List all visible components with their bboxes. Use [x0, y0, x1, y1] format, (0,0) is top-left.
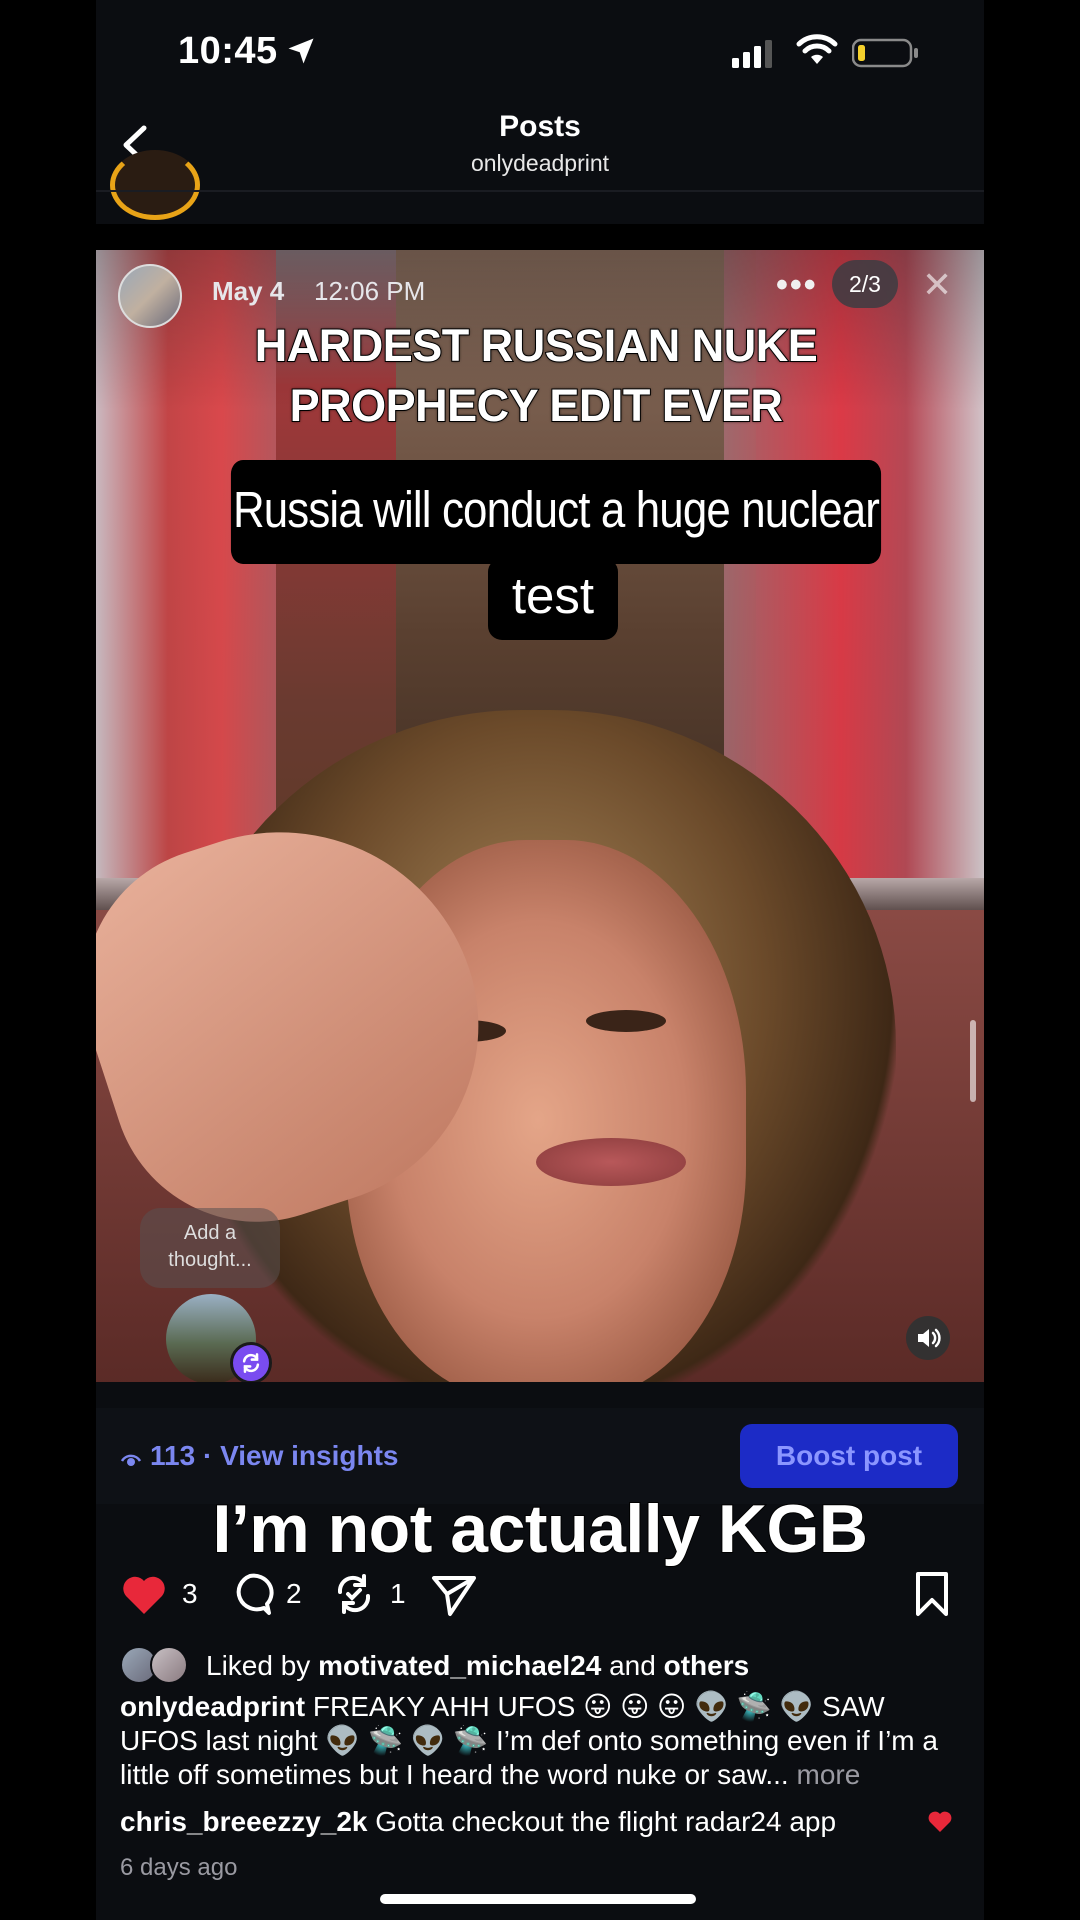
comment-like-heart-icon[interactable] — [926, 1808, 954, 1834]
repost-icon[interactable] — [328, 1568, 380, 1620]
post-separator — [96, 224, 984, 250]
post-time: 12:06 PM — [314, 276, 426, 306]
video-headline-line2: PROPHECY EDIT EVER — [289, 379, 784, 432]
status-bar: 10:45 — [96, 0, 984, 100]
comment-count: 2 — [286, 1578, 302, 1609]
screen-overlay-caption: I’m not actually KGB — [212, 1490, 870, 1568]
view-count-icon — [120, 1454, 142, 1466]
video-caption-line1: Russia will conduct a huge nuclear — [230, 460, 882, 564]
page-title: Posts — [499, 110, 581, 143]
top-comment: chris_breeezzy_2k Gotta checkout the fli… — [120, 1806, 970, 1838]
liked-by-and: and — [609, 1650, 656, 1681]
scroll-indicator — [970, 1020, 976, 1102]
liker-avatar — [150, 1646, 188, 1684]
subject-mouth — [536, 1138, 686, 1186]
wifi-icon — [796, 34, 838, 64]
status-time: 10:45 — [178, 30, 278, 72]
repost-badge-icon — [230, 1342, 272, 1382]
page-subtitle: onlydeadprint — [470, 150, 610, 176]
liked-by-others[interactable]: others — [664, 1650, 750, 1681]
boost-post-button[interactable]: Boost post — [740, 1424, 958, 1488]
liked-by-user[interactable]: motivated_michael24 — [318, 1650, 601, 1681]
previous-post-avatar[interactable] — [110, 150, 200, 220]
share-send-icon[interactable] — [428, 1568, 480, 1620]
post-actions: 3 2 1 — [96, 1560, 984, 1630]
phone-screen: 10:45 Posts onlydeadprint May 4 12:06 PM… — [96, 0, 984, 1920]
like-count: 3 — [182, 1578, 198, 1609]
repost-count: 1 — [390, 1578, 406, 1609]
view-insights-link[interactable]: 113 · View insights — [150, 1440, 398, 1472]
comment-username[interactable]: chris_breeezzy_2k — [120, 1806, 368, 1837]
comment-bubble-icon[interactable] — [224, 1568, 276, 1620]
close-icon: ✕ — [922, 264, 953, 305]
more-options-button[interactable]: ••• — [776, 266, 818, 305]
like-heart-icon[interactable] — [118, 1568, 170, 1620]
nav-bar: Posts onlydeadprint — [96, 100, 984, 192]
liked-by-prefix: Liked by — [206, 1650, 311, 1681]
location-arrow-icon — [288, 38, 314, 64]
caption-more-link[interactable]: more — [797, 1759, 861, 1790]
caption-username[interactable]: onlydeadprint — [120, 1691, 305, 1722]
video-headline-line1: HARDEST RUSSIAN NUKE — [254, 319, 819, 372]
subject-eye-right — [586, 1010, 666, 1032]
video-caption-line2: test — [488, 558, 618, 640]
battery-icon — [852, 38, 918, 68]
add-thought-bubble[interactable]: Add a thought... — [140, 1208, 280, 1288]
cellular-signal-icon — [732, 40, 772, 68]
view-insights-label: View insights — [220, 1440, 399, 1471]
post-timestamp: 6 days ago — [120, 1854, 238, 1881]
insights-separator: · — [202, 1440, 213, 1471]
bookmark-icon[interactable] — [906, 1568, 958, 1620]
post-media[interactable]: May 4 12:06 PM ••• 2/3 ✕ HARDEST RUSSIAN… — [96, 250, 984, 1382]
comment-text: Gotta checkout the flight radar24 app — [375, 1806, 837, 1837]
carousel-counter: 2/3 — [832, 260, 898, 308]
home-indicator[interactable] — [380, 1894, 696, 1904]
volume-speaker-icon[interactable] — [906, 1316, 950, 1360]
nav-divider — [96, 190, 984, 192]
post-caption: onlydeadprint FREAKY AHH UFOS 😛 😛 😛 👽 🛸 … — [120, 1690, 970, 1792]
view-count: 113 — [150, 1440, 196, 1471]
video-headline: HARDEST RUSSIAN NUKE PROPHECY EDIT EVER — [156, 316, 916, 436]
liked-by-text: Liked by motivated_michael24 and others — [206, 1650, 749, 1682]
post-date: May 4 — [212, 276, 285, 306]
